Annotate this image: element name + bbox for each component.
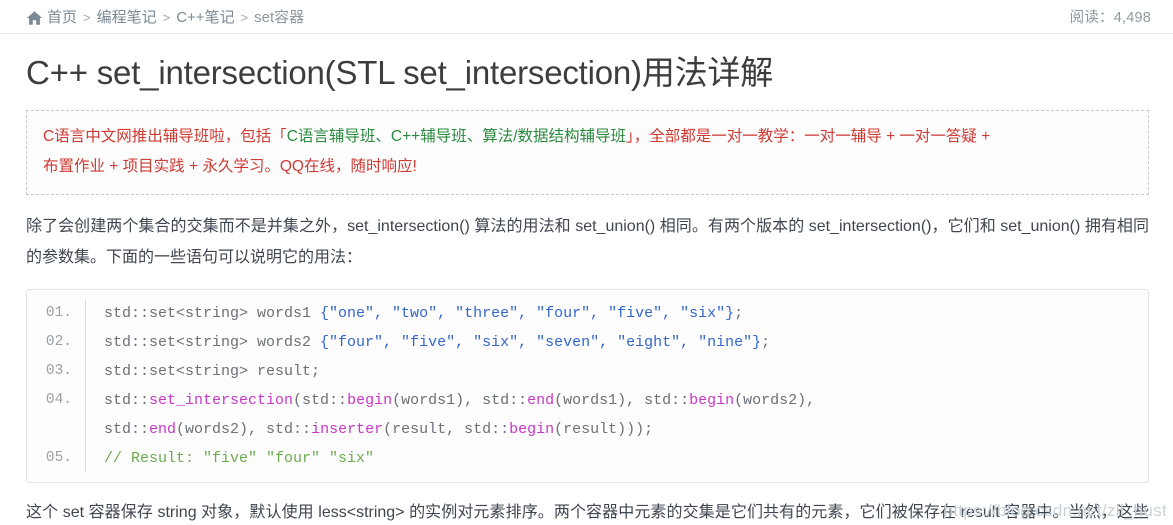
code-token-plain: (words2), <box>734 391 816 409</box>
code-line: 04. std::set_intersection(std::begin(word… <box>27 385 1148 415</box>
code-token-plain: (result))); <box>554 420 654 438</box>
breadcrumb-item-3: set容器 <box>254 9 305 26</box>
code-line-text: // Result: ″five″ ″four″ ″six″ <box>86 444 374 473</box>
code-token-str: {″four″, ″five″, ″six″, ″seven″, ″eight″… <box>320 333 762 351</box>
code-token-plain: (result, std:: <box>383 420 510 438</box>
code-token-fn: end <box>527 391 555 409</box>
code-token-fn: begin <box>509 420 555 438</box>
breadcrumb: 首页 > 编程笔记 > C++笔记 > set容器 阅读：4,498 <box>0 0 1173 34</box>
code-line-number: 01. <box>45 304 72 321</box>
code-token-plain: ; <box>761 333 771 351</box>
code-token-plain: std::set<string> words1 <box>104 304 321 322</box>
code-token-fn: set_intersection <box>149 391 294 409</box>
promo-text-a: C语言中文网推出辅导班啦，包括「 <box>43 127 287 145</box>
breadcrumb-list: 首页 > 编程笔记 > C++笔记 > set容器 <box>47 6 304 27</box>
code-line-text: std::set<string> words1 {″one″, ″two″, ″… <box>86 299 743 328</box>
code-token-plain: (std:: <box>293 391 348 409</box>
code-token-fn: end <box>149 420 177 438</box>
code-line: 02. std::set<string> words2 {″four″, ″fiv… <box>27 327 1148 357</box>
breadcrumb-item-2[interactable]: C++笔记 <box>176 9 234 26</box>
code-token-fn: inserter <box>311 420 384 438</box>
code-line-number: 02. <box>45 333 72 350</box>
promo-text-line2: 布置作业 + 项目实践 + 永久学习。QQ在线，随时响应! <box>43 157 417 175</box>
code-token-plain: std:: <box>104 420 150 438</box>
intro-paragraph: 除了会创建两个集合的交集而不是并集之外，set_intersection() 算… <box>26 217 1149 266</box>
breadcrumb-separator: > <box>83 10 91 25</box>
page-title: C++ set_intersection(STL set_intersectio… <box>26 54 774 91</box>
code-line-text: std::set_intersection(std::begin(words1)… <box>86 386 815 415</box>
code-token-plain: (words1), std:: <box>554 391 690 409</box>
code-line: 03. std::set<string> result; <box>27 356 1148 386</box>
promo-banner: C语言中文网推出辅导班啦，包括「C语言辅导班、C++辅导班、算法/数据结构辅导班… <box>26 109 1149 195</box>
code-line-text: std::set<string> words2 {″four″, ″five″,… <box>86 328 770 357</box>
code-line-number: 05. <box>45 449 72 466</box>
code-token-plain: std:: <box>104 391 150 409</box>
code-token-plain: std::set<string> result; <box>104 362 321 380</box>
code-line-text: std::set<string> result; <box>86 357 320 386</box>
breadcrumb-separator: > <box>240 10 249 25</box>
breadcrumb-separator: > <box>162 10 171 25</box>
code-token-plain: (words2), std:: <box>176 420 312 438</box>
code-token-plain: (words1), std:: <box>392 391 528 409</box>
article-page: 首页 > 编程笔记 > C++笔记 > set容器 阅读：4,498 C++ set_int… <box>0 0 1173 525</box>
breadcrumb-item-0[interactable]: 首页 <box>47 9 77 26</box>
code-line: 01. std::set<string> words1 {″one″, ″two″… <box>27 298 1148 328</box>
code-line-text: std::end(words2), std::inserter(result, … <box>86 415 653 444</box>
breadcrumb-items: 首页 > 编程笔记 > C++笔记 > set容器 <box>26 6 304 27</box>
code-token-str: {″one″, ″two″, ″three″, ″four″, ″five″, … <box>320 304 735 322</box>
home-icon <box>26 10 43 26</box>
code-token-fn: begin <box>347 391 393 409</box>
code-line-number: 03. <box>45 362 72 379</box>
code-line-number: 04. <box>45 391 72 408</box>
code-token-fn: begin <box>689 391 735 409</box>
code-line: 05. // Result: ″five″ ″four″ ″six″ <box>27 443 1148 473</box>
read-count: 阅读：4,498 <box>1069 10 1151 26</box>
promo-text-c: 」，全部都是一对一教学：一对一辅导 + 一对一答疑 + <box>626 127 991 145</box>
code-line: std::end(words2), std::inserter(result, … <box>27 414 1148 444</box>
code-lines: 01. std::set<string> words1 {″one″, ″two″… <box>27 298 1148 473</box>
outro-paragraph: 这个 set 容器保存 string 对象，默认使用 less<string> … <box>26 503 1149 521</box>
code-token-cmt: // Result: ″five″ ″four″ ″six″ <box>104 449 375 467</box>
code-token-plain: std::set<string> words2 <box>104 333 321 351</box>
code-block[interactable]: 01. std::set<string> words1 {″one″, ″two″… <box>26 288 1149 483</box>
breadcrumb-item-1[interactable]: 编程笔记 <box>97 9 157 26</box>
code-token-plain: ; <box>734 304 744 322</box>
promo-text-courses: C语言辅导班、C++辅导班、算法/数据结构辅导班 <box>286 127 627 145</box>
